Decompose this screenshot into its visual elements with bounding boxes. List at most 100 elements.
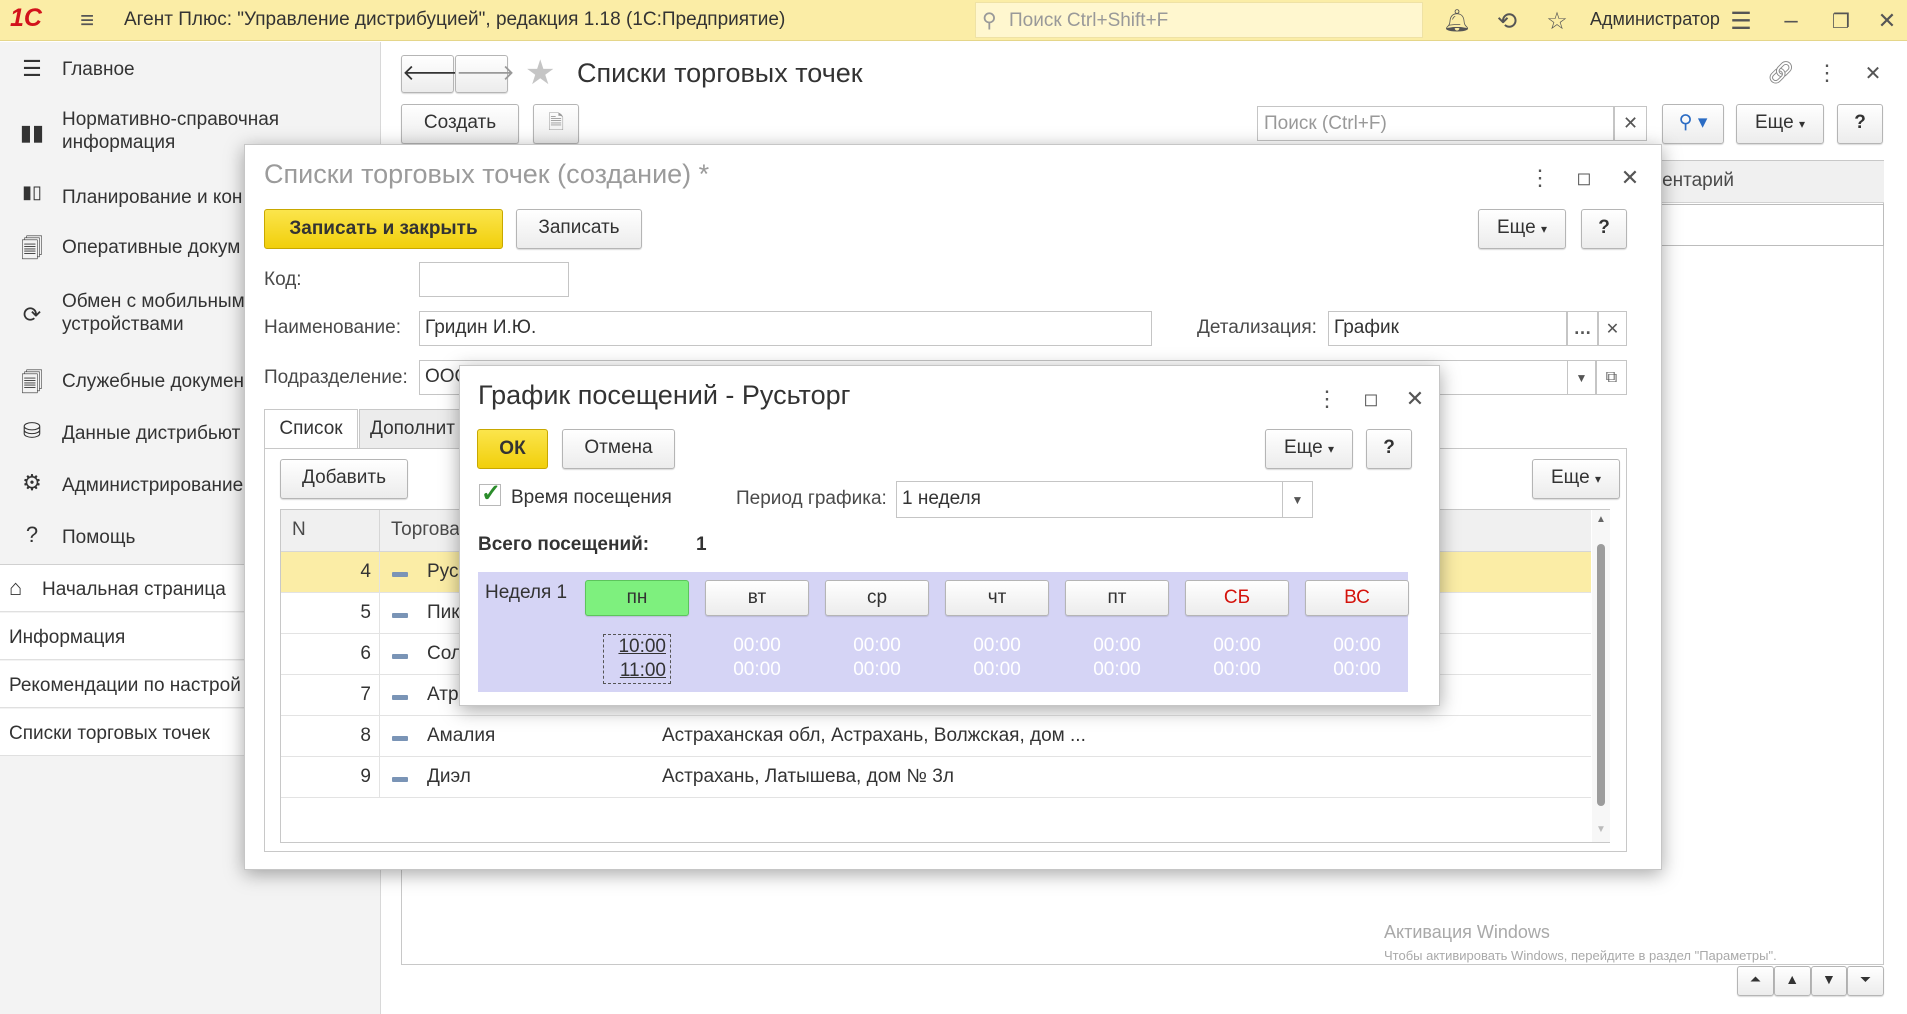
minimize-icon[interactable]: –	[1774, 4, 1808, 38]
day-button-6[interactable]: СБ	[1185, 580, 1289, 616]
row-number: 6	[360, 643, 371, 664]
schedule-more-vertical-icon[interactable]: ⋮	[1312, 384, 1342, 414]
close-window-icon[interactable]: ✕	[1870, 4, 1904, 38]
day-time-range[interactable]: 00:00 00:00	[1065, 634, 1169, 682]
schedule-help-button[interactable]: ?	[1366, 429, 1412, 469]
code-field[interactable]	[419, 262, 569, 297]
scroll-up-icon[interactable]: ▲	[1773, 966, 1811, 996]
day-time-range[interactable]: 00:00 00:00	[1185, 634, 1289, 682]
day-button-5[interactable]: пт	[1065, 580, 1169, 616]
day-button-1[interactable]: пн	[585, 580, 689, 616]
form-more-button[interactable]: Еще ▾	[1478, 209, 1566, 249]
ok-button[interactable]: ОК	[477, 429, 548, 469]
copy-icon[interactable]: 🗎	[533, 104, 579, 144]
day-time-range[interactable]: 10:00 11:00	[585, 634, 689, 684]
day-button-3[interactable]: ср	[825, 580, 929, 616]
outlet-name: Амалия	[427, 725, 496, 746]
day-time-range[interactable]: 00:00 00:00	[1305, 634, 1409, 682]
detail-label: Детализация:	[1197, 317, 1317, 338]
dash-icon	[392, 604, 408, 625]
table-more-button[interactable]: Еще ▾	[1532, 459, 1620, 499]
day-button-2[interactable]: вт	[705, 580, 809, 616]
time-to: 00:00	[733, 659, 781, 680]
day-time-range[interactable]: 00:00 00:00	[945, 634, 1049, 682]
documents-icon: 🗐	[21, 370, 43, 395]
create-button[interactable]: Создать	[401, 104, 519, 144]
scroll-down-arrow-icon[interactable]: ▼	[1596, 824, 1606, 835]
bell-icon[interactable]: 🔔︎	[1440, 4, 1474, 38]
division-dropdown-icon[interactable]: ▼	[1567, 360, 1596, 395]
close-page-icon[interactable]: ✕	[1856, 58, 1890, 88]
history-icon[interactable]: ⟲	[1490, 4, 1524, 38]
scroll-nav-buttons: ⏶ ▲ ▼ ⏷	[1737, 966, 1884, 996]
list-help-button[interactable]: ?	[1837, 104, 1883, 144]
days-row: пн 10:00 11:00 вт 00:00 00:00 ср 00:00 00:00 чт 00…	[585, 580, 1409, 690]
favorite-star-icon[interactable]: ★	[525, 53, 555, 93]
schedule-more-button[interactable]: Еще ▾	[1265, 429, 1353, 469]
col-divider	[379, 675, 380, 716]
day-button-4[interactable]: чт	[945, 580, 1049, 616]
watermark-title: Активация Windows	[1384, 922, 1550, 942]
detail-select-button[interactable]: …	[1567, 311, 1598, 346]
table-row[interactable]: 9 Диэл Астрахань, Латышева, дом № 3л	[281, 757, 1591, 798]
detail-clear-icon[interactable]: ✕	[1598, 311, 1627, 346]
save-button[interactable]: Записать	[516, 209, 642, 249]
col-divider	[379, 634, 380, 675]
time-from: 00:00	[733, 635, 781, 656]
schedule-close-icon[interactable]: ✕	[1400, 384, 1430, 414]
more-vertical-icon[interactable]: ⋮	[1810, 58, 1844, 88]
day-time-range[interactable]: 00:00 00:00	[705, 634, 809, 682]
favorites-star-icon[interactable]: ☆	[1540, 4, 1574, 38]
division-label: Подразделение:	[264, 367, 408, 388]
scroll-up-arrow-icon[interactable]: ▲	[1596, 514, 1606, 525]
table-scrollbar[interactable]: ▲ ▼	[1592, 510, 1610, 842]
day-time-range[interactable]: 00:00 00:00	[825, 634, 929, 682]
bar-chart-icon: ▮▮	[19, 120, 45, 145]
form-close-icon[interactable]: ✕	[1615, 163, 1645, 193]
bar-chart-icon: ▮▯	[22, 182, 42, 202]
sidebar-item-main[interactable]: ☰ Главное	[0, 52, 381, 88]
row-number: 7	[360, 684, 371, 705]
settings-lines-icon[interactable]: ☰	[1724, 4, 1758, 38]
division-open-icon[interactable]: ⧉	[1596, 360, 1627, 395]
detail-field[interactable]: График	[1328, 311, 1567, 346]
scroll-down-icon[interactable]: ▼	[1810, 966, 1848, 996]
link-icon[interactable]: 🔗︎	[1764, 58, 1798, 88]
day-button-7[interactable]: ВС	[1305, 580, 1409, 616]
table-row[interactable]: 8 Амалия Астраханская обл, Астрахань, Волж…	[281, 716, 1591, 757]
visit-time-label: Время посещения	[511, 487, 672, 508]
visit-time-checkbox[interactable]: ✓	[479, 480, 501, 507]
global-search-input[interactable]: ⚲ Поиск Ctrl+Shift+F	[975, 2, 1423, 38]
tab-list[interactable]: Список	[264, 409, 358, 449]
name-field[interactable]: Гридин И.Ю.	[419, 311, 1152, 346]
name-label: Наименование:	[264, 317, 401, 338]
scroll-bottom-icon[interactable]: ⏷	[1847, 966, 1884, 996]
clear-search-icon[interactable]: ✕	[1614, 106, 1647, 141]
form-help-button[interactable]: ?	[1581, 209, 1627, 249]
form-more-vertical-icon[interactable]: ⋮	[1525, 163, 1555, 193]
form-maximize-icon[interactable]: ◻	[1569, 163, 1599, 193]
row-number: 4	[360, 561, 371, 582]
list-search-input[interactable]: Поиск (Ctrl+F)	[1257, 106, 1614, 141]
schedule-maximize-icon[interactable]: ◻	[1356, 384, 1386, 414]
time-to: 00:00	[973, 659, 1021, 680]
scroll-top-icon[interactable]: ⏶	[1737, 966, 1774, 996]
forward-button[interactable]: 🡒	[455, 55, 515, 93]
search-options-button[interactable]: ⚲ ▾	[1662, 104, 1724, 144]
cancel-button[interactable]: Отмена	[562, 429, 675, 469]
user-name[interactable]: Администратор	[1590, 9, 1720, 30]
main-menu-icon[interactable]: ≡	[72, 6, 102, 36]
list-more-button[interactable]: Еще ▾	[1736, 104, 1824, 144]
col-divider	[379, 593, 380, 634]
period-dropdown-icon[interactable]: ▼	[1282, 481, 1313, 518]
save-and-close-button[interactable]: Записать и закрыть	[264, 209, 503, 249]
scroll-thumb[interactable]	[1597, 544, 1605, 806]
back-button[interactable]: 🡐	[401, 55, 461, 93]
restore-icon[interactable]: ❐	[1824, 4, 1858, 38]
period-select[interactable]: 1 неделя	[896, 481, 1313, 518]
add-row-button[interactable]: Добавить	[280, 459, 408, 499]
dash-icon	[392, 768, 408, 789]
outlet-name: Рус	[427, 561, 459, 582]
col-outlet: Торгова	[391, 519, 460, 540]
col-divider	[379, 757, 380, 798]
